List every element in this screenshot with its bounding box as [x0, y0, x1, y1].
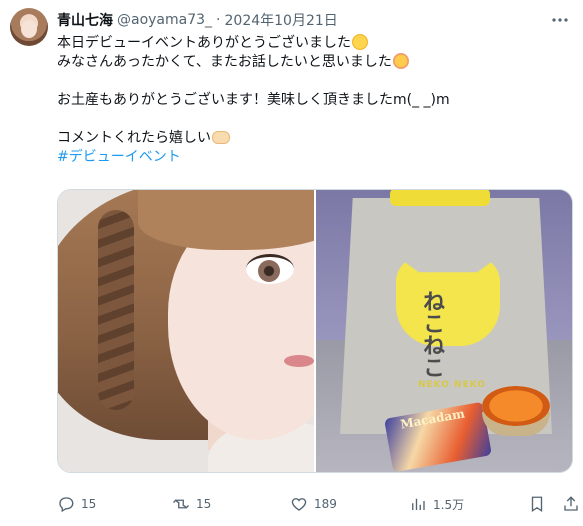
tweet-line-2: みなさんあったかくて、またお話したいと思いました: [57, 53, 557, 72]
bag-brand-text: NEKO NEKO: [418, 380, 486, 390]
share-icon: [564, 496, 578, 511]
tweet-line-5: [57, 110, 557, 129]
selfie-photo[interactable]: [58, 190, 316, 472]
views-button[interactable]: 1.5万: [409, 492, 464, 516]
retweet-count: 15: [196, 497, 212, 511]
reply-button[interactable]: 15: [57, 492, 96, 516]
tweet-line-7: #デビューイベント: [57, 148, 557, 167]
gift-bag-photo[interactable]: ねこねこ NEKO NEKO Macadam: [316, 190, 572, 472]
views-count: 1.5万: [433, 497, 465, 512]
like-button[interactable]: 189: [290, 492, 337, 516]
reply-count: 15: [81, 497, 97, 511]
bookmark-icon: [531, 496, 543, 513]
author-handle[interactable]: @aoyama73_: [117, 12, 212, 28]
tweet-text: 本日デビューイベントありがとうございました みなさんあったかくて、またお話したい…: [57, 34, 557, 167]
wink-face-emoji-icon: [352, 34, 368, 50]
tweet-line-1: 本日デビューイベントありがとうございました: [57, 34, 557, 53]
like-count: 189: [314, 497, 337, 511]
heart-hands-emoji-icon: [212, 131, 230, 144]
heart-icon: [291, 498, 307, 511]
media-grid: ねこねこ NEKO NEKO Macadam: [57, 189, 573, 473]
hashtag-link[interactable]: #デビューイベント: [57, 149, 181, 165]
smiling-face-emoji-icon: [392, 53, 409, 69]
avatar[interactable]: [10, 8, 48, 46]
author-name[interactable]: 青山七海: [57, 10, 113, 30]
tweet-line-3: [57, 72, 557, 91]
share-button[interactable]: [562, 492, 583, 516]
tweet-date[interactable]: 2024年10月21日: [225, 10, 338, 30]
bookmark-button[interactable]: [528, 492, 552, 516]
retweet-button[interactable]: 15: [172, 492, 211, 516]
more-dots-icon[interactable]: [549, 10, 571, 30]
header-separator: ·: [216, 12, 221, 28]
tweet-header: 青山七海 @aoyama73_ · 2024年10月21日: [57, 10, 573, 30]
retweet-icon: [173, 499, 189, 509]
views-icon: [412, 498, 425, 510]
reply-icon: [59, 497, 74, 513]
tweet-line-4: お土産もありがとうございます！美味しく頂きましたm(_ _)m: [57, 92, 450, 108]
action-bar: 15 15 189 1.5万: [57, 492, 578, 516]
tweet-line-6: コメントくれたら嬉しい: [57, 129, 557, 148]
bag-logo-text: ねこねこ: [419, 290, 444, 378]
